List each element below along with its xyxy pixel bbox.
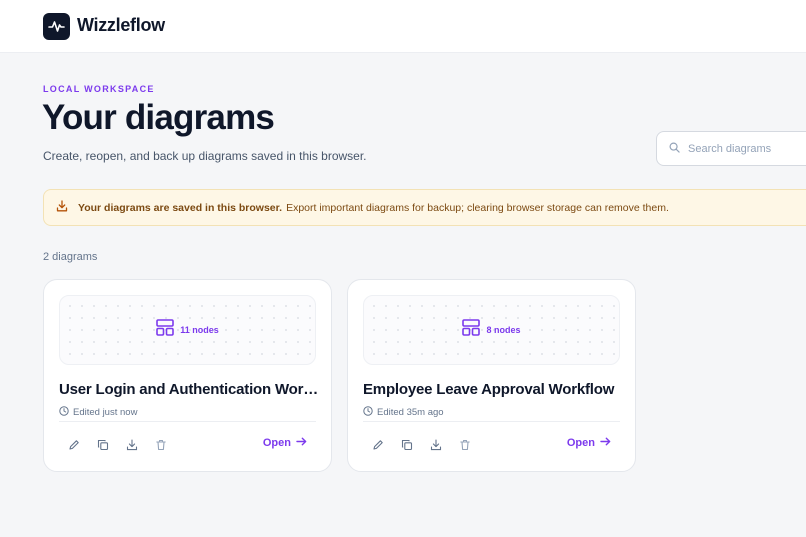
open-label: Open <box>262 437 291 449</box>
open-button[interactable]: Open <box>263 437 307 449</box>
duplicate-icon[interactable] <box>398 437 416 453</box>
diagram-preview[interactable]: 8 nodes <box>363 295 620 365</box>
search-icon <box>669 140 680 158</box>
trash-icon[interactable] <box>456 437 474 453</box>
diagram-card[interactable]: 8 nodes Employee Leave Approval Workflow… <box>347 279 636 472</box>
edited-time: Edited just now <box>73 407 138 418</box>
page-subtitle: Create, reopen, and back up diagrams sav… <box>43 149 367 163</box>
edit-icon[interactable] <box>369 437 387 453</box>
diagram-title[interactable]: Employee Leave Approval Workflow <box>363 381 623 398</box>
divider <box>59 421 316 422</box>
top-bar: Wizzleflow <box>0 0 806 53</box>
trash-icon[interactable] <box>152 437 170 453</box>
diagram-card[interactable]: 11 nodes User Login and Authentication W… <box>43 279 332 472</box>
arrow-right-icon <box>291 437 307 449</box>
card-actions <box>369 437 485 453</box>
logo-icon[interactable] <box>43 13 70 40</box>
clock-icon <box>363 406 373 419</box>
layout-icon <box>156 319 175 341</box>
layout-icon <box>462 319 481 341</box>
notice-strong-text: Your diagrams are saved in this browser. <box>78 201 283 214</box>
download-icon <box>56 200 68 215</box>
node-count: 11 nodes <box>180 325 219 335</box>
search-input[interactable] <box>688 142 806 155</box>
storage-notice: Your diagrams are saved in this browser.… <box>43 189 806 226</box>
workspace-eyebrow: LOCAL WORKSPACE <box>43 84 155 94</box>
node-count: 8 nodes <box>486 325 521 335</box>
page-title: Your diagrams <box>42 98 275 137</box>
divider <box>363 421 620 422</box>
diagram-count: 2 diagrams <box>43 251 98 263</box>
diagram-title[interactable]: User Login and Authentication Work... <box>59 381 319 398</box>
edited-meta: Edited just now <box>59 406 137 419</box>
open-label: Open <box>566 437 595 449</box>
edit-icon[interactable] <box>65 437 83 453</box>
download-icon[interactable] <box>427 437 445 453</box>
clock-icon <box>59 406 69 419</box>
card-actions <box>65 437 181 453</box>
search-box[interactable] <box>656 131 806 166</box>
notice-text: Export important diagrams for backup; cl… <box>286 201 669 214</box>
download-icon[interactable] <box>123 437 141 453</box>
edited-meta: Edited 35m ago <box>363 406 444 419</box>
duplicate-icon[interactable] <box>94 437 112 453</box>
brand-name[interactable]: Wizzleflow <box>77 15 165 36</box>
edited-time: Edited 35m ago <box>377 407 444 418</box>
arrow-right-icon <box>595 437 611 449</box>
open-button[interactable]: Open <box>567 437 611 449</box>
diagram-preview[interactable]: 11 nodes <box>59 295 316 365</box>
